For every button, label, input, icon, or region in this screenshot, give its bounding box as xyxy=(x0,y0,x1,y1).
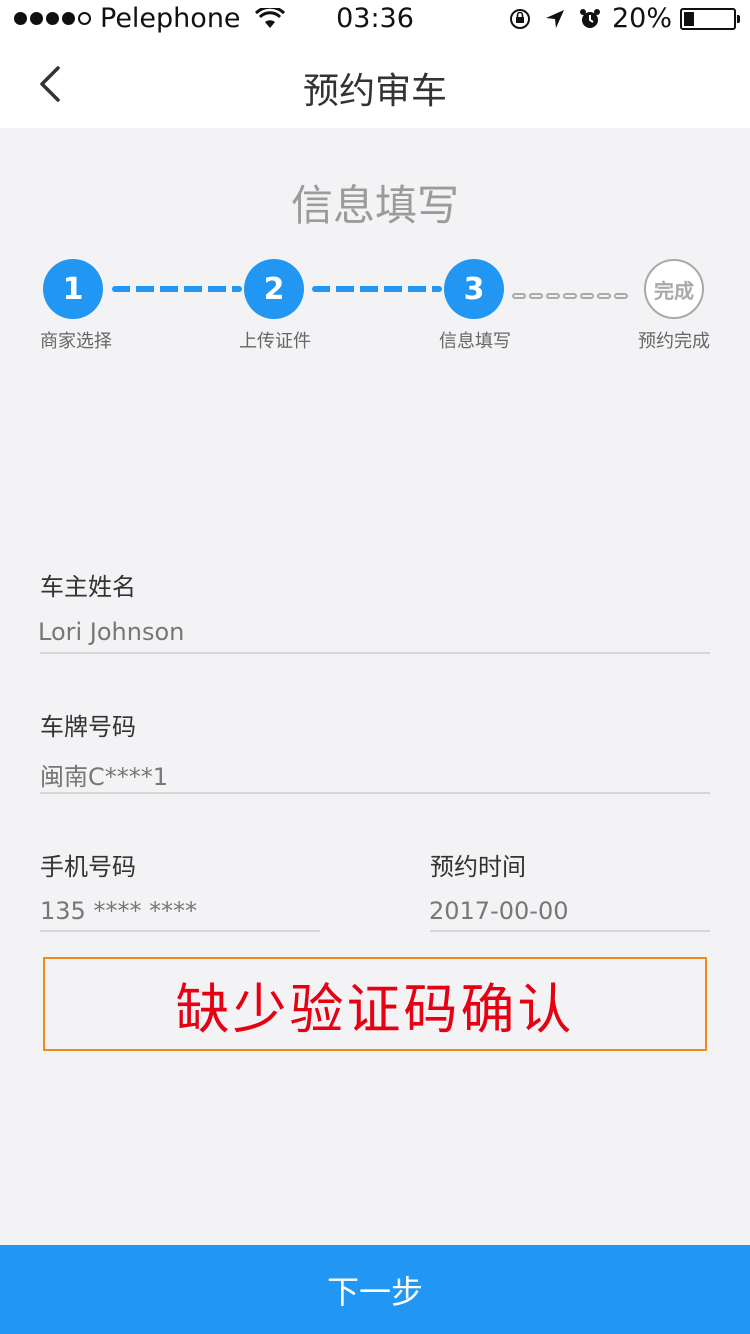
page-title: 预约审车 xyxy=(302,71,447,112)
status-right: 20% xyxy=(496,3,740,34)
step-1-label: 商家选择 xyxy=(40,331,112,352)
phone-field[interactable]: 135 **** **** xyxy=(40,897,197,925)
status-bar: Pelephone 03:36 20% xyxy=(0,0,750,40)
step-2-label: 上传证件 xyxy=(239,331,311,352)
step-connector-1 xyxy=(112,286,242,292)
step-4-circle: 完成 xyxy=(644,259,704,319)
step-3-label: 信息填写 xyxy=(439,331,511,352)
owner-name-underline xyxy=(40,652,710,654)
booking-time-field[interactable]: 2017-00-00 xyxy=(429,897,568,925)
step-1-circle: 1 xyxy=(43,259,103,319)
missing-verification-notice: 缺少验证码确认 xyxy=(43,957,707,1051)
notice-text: 缺少验证码确认 xyxy=(175,977,575,1041)
battery-icon xyxy=(680,7,740,30)
location-arrow-icon xyxy=(545,9,564,28)
step-3-circle: 3 xyxy=(444,259,504,319)
section-title: 信息填写 xyxy=(290,181,459,230)
battery-percent: 20% xyxy=(611,3,672,34)
step-4-label: 预约完成 xyxy=(638,331,710,352)
booking-time-label: 预约时间 xyxy=(430,853,526,881)
booking-time-underline xyxy=(430,930,710,932)
step-2-circle: 2 xyxy=(244,259,304,319)
plate-field[interactable]: 闽南C****1 xyxy=(40,757,168,792)
phone-underline xyxy=(40,930,320,932)
alarm-clock-icon xyxy=(579,8,600,28)
owner-name-field[interactable]: Lori Johnson xyxy=(38,618,184,646)
rotation-lock-icon xyxy=(509,8,530,29)
top-bar: Pelephone 03:36 20% 预约审车 xyxy=(0,0,750,128)
plate-underline xyxy=(40,792,710,794)
phone-label: 手机号码 xyxy=(40,853,136,881)
plate-label: 车牌号码 xyxy=(40,713,136,741)
step-connector-2 xyxy=(312,286,442,292)
next-step-button[interactable]: 下一步 xyxy=(0,1245,750,1334)
step-connector-3 xyxy=(512,284,642,299)
owner-name-label: 车主姓名 xyxy=(40,573,136,601)
